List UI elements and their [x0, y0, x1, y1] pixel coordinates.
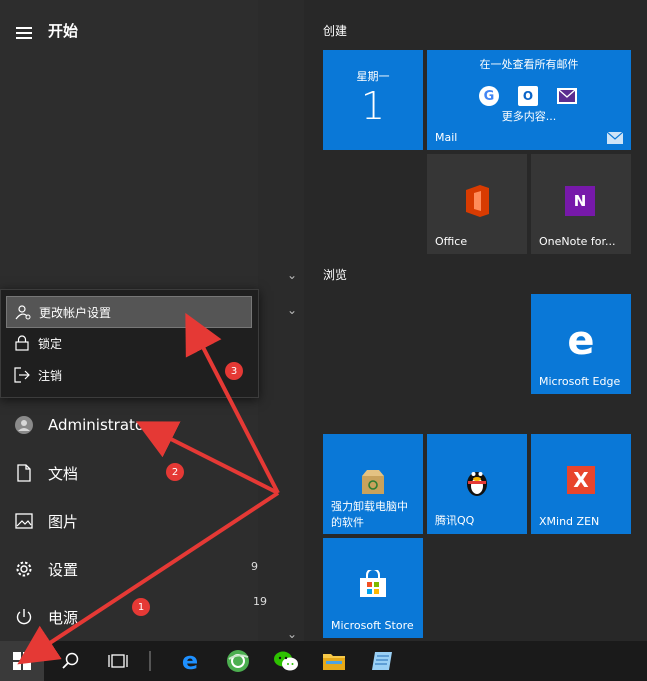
- qq-tile[interactable]: 腾讯QQ: [427, 434, 527, 534]
- start-title: 开始: [48, 22, 79, 40]
- change-account-settings-item[interactable]: 更改帐户设置: [6, 296, 252, 328]
- calendar-weekday: 星期一: [356, 70, 390, 83]
- user-name: Administrator: [48, 416, 151, 434]
- uninstaller-label-line1: 强力卸载电脑中: [331, 500, 408, 513]
- documents-item[interactable]: 文档: [0, 450, 258, 496]
- calendar-tile[interactable]: 星期一 1: [323, 50, 423, 150]
- xmind-label: XMind ZEN: [539, 515, 600, 528]
- qq-penguin-icon: [467, 472, 487, 496]
- store-label: Microsoft Store: [331, 619, 414, 632]
- mail-header: 在一处查看所有邮件: [479, 58, 579, 71]
- taskbar-file-explorer[interactable]: [312, 641, 356, 681]
- taskbar-wechat[interactable]: [264, 641, 308, 681]
- step-badge-2: 2: [166, 463, 184, 481]
- document-icon: [17, 464, 31, 482]
- google-icon: G: [479, 86, 499, 106]
- notepad-icon: [372, 652, 392, 670]
- step-badge-3: 3: [225, 362, 243, 380]
- edge-tile[interactable]: e Microsoft Edge: [531, 294, 631, 394]
- store-tile[interactable]: Microsoft Store: [323, 538, 423, 638]
- documents-label: 文档: [48, 464, 79, 483]
- task-view-button[interactable]: [96, 641, 140, 681]
- uninstaller-box-icon: [362, 470, 384, 494]
- pictures-label: 图片: [48, 512, 79, 531]
- settings-label: 设置: [48, 560, 79, 579]
- chevron-down-icon[interactable]: ⌄: [287, 627, 297, 641]
- app-list-column: [258, 0, 304, 641]
- step-badge-1: 1: [132, 598, 150, 616]
- office-label: Office: [435, 235, 468, 248]
- taskbar-notepad-app[interactable]: [360, 641, 404, 681]
- pictures-item[interactable]: 图片: [0, 498, 258, 544]
- edge-logo-icon: e: [567, 318, 595, 364]
- group-header-create[interactable]: 创建: [323, 22, 347, 39]
- windows-logo-icon: [13, 652, 31, 670]
- envelope-icon: [607, 132, 623, 144]
- mail-tile[interactable]: 在一处查看所有邮件 G O 更多内容... Mail: [427, 50, 631, 150]
- folder-icon: [323, 654, 345, 670]
- hamburger-menu-icon[interactable]: [16, 24, 32, 42]
- taskbar-separator: [149, 651, 151, 671]
- picture-icon: [15, 513, 33, 529]
- onenote-label: OneNote for...: [539, 235, 616, 248]
- task-view-icon: [108, 654, 128, 668]
- search-button[interactable]: [48, 641, 92, 681]
- wechat-icon: [274, 651, 298, 671]
- list-fragment-b: 19: [253, 595, 267, 608]
- signout-item[interactable]: 注销: [6, 360, 250, 390]
- office-logo-icon: [466, 185, 489, 217]
- onenote-tile[interactable]: N OneNote for...: [531, 154, 631, 254]
- yahoo-mail-icon: [557, 88, 577, 104]
- uninstaller-tile[interactable]: 强力卸载电脑中 的软件: [323, 434, 423, 534]
- power-icon: [16, 609, 32, 625]
- xmind-logo-icon: X: [567, 466, 595, 494]
- chevron-down-icon[interactable]: ⌄: [287, 303, 297, 317]
- calendar-day: 1: [360, 84, 386, 128]
- edge-label: Microsoft Edge: [539, 375, 621, 388]
- start-button[interactable]: [0, 641, 44, 681]
- lock-icon: [15, 335, 29, 351]
- power-label: 电源: [48, 608, 79, 627]
- mail-more: 更多内容...: [501, 110, 557, 123]
- list-fragment-a: 9: [251, 560, 258, 573]
- group-header-browse[interactable]: 浏览: [323, 266, 347, 283]
- qq-label: 腾讯QQ: [435, 514, 475, 527]
- lock-item[interactable]: 锁定: [6, 328, 250, 358]
- signout-label: 注销: [38, 368, 63, 383]
- office-tile[interactable]: Office: [427, 154, 527, 254]
- taskbar-edge[interactable]: e: [168, 641, 212, 681]
- search-icon: [62, 652, 79, 669]
- xmind-tile[interactable]: X XMind ZEN: [531, 434, 631, 534]
- power-item[interactable]: 电源: [0, 594, 258, 640]
- change-account-label: 更改帐户设置: [39, 305, 112, 320]
- store-bag-icon: [360, 570, 386, 597]
- onenote-logo-icon: N: [565, 186, 595, 216]
- mail-label: Mail: [435, 131, 458, 144]
- green-browser-icon: [227, 650, 249, 672]
- lock-label: 锁定: [38, 336, 63, 351]
- outlook-icon: O: [518, 86, 538, 106]
- uninstaller-label-line2: 的软件: [331, 516, 364, 529]
- user-account-item[interactable]: Administrator: [0, 402, 258, 448]
- taskbar-ie-browser[interactable]: [216, 641, 260, 681]
- gear-icon: [16, 561, 32, 577]
- sign-out-icon: [14, 367, 30, 383]
- settings-item[interactable]: 设置: [0, 546, 258, 592]
- chevron-down-icon[interactable]: ⌄: [287, 268, 297, 282]
- user-avatar-icon: [15, 416, 33, 434]
- user-settings-icon: [15, 305, 31, 320]
- edge-icon: e: [181, 647, 199, 675]
